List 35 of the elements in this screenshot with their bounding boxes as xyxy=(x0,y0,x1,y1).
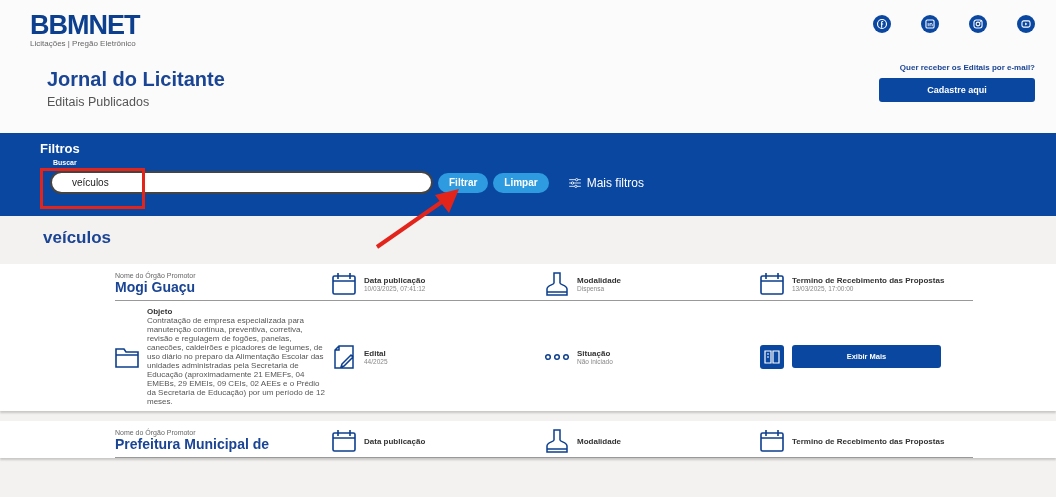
calendar-icon xyxy=(332,429,356,453)
field-label: Data publicação xyxy=(364,276,426,285)
linkedin-icon[interactable] xyxy=(921,15,939,33)
filters-title: Filtros xyxy=(40,141,81,156)
youtube-icon[interactable] xyxy=(1017,15,1035,33)
stamp-icon xyxy=(545,272,569,296)
calendar-icon xyxy=(760,429,784,453)
more-filters-button[interactable]: Mais filtros xyxy=(568,175,645,190)
calendar-icon xyxy=(332,272,356,296)
object-label: Objeto xyxy=(147,307,174,316)
field-label: Edital xyxy=(364,348,387,358)
field-label: Modalidade xyxy=(577,276,621,285)
promoter-name: Prefeitura Municipal de xyxy=(115,436,271,452)
promoter-name: Mogi Guaçu xyxy=(115,279,197,295)
object-description: Contratação de empresa especializada para manutenção contínua, preventiva, corretiva, revisão e regulagem de fogões, panelas, canecões, caldeirões e picadores de legumes, de uso diário no preparo da Alimentação Escolar das unidades administradas pela Secretaria de Educação (aproximadamente 21 EMEFs, 04 EMEBs, 29 EMEIs, 09 CEIs, 02 AEEs e o Prédio da Secretaria de Educação) por um período de 12 meses. xyxy=(147,316,325,406)
book-icon xyxy=(760,344,784,369)
field-label: Data publicação xyxy=(364,436,426,446)
field-label: Situação xyxy=(577,348,611,358)
document-edit-icon xyxy=(332,344,356,369)
field-label: Termino de Recebimento das Propostas xyxy=(792,276,945,285)
email-prompt: Quer receber os Editais por e-mail? xyxy=(899,63,1035,72)
page-subtitle: Editais Publicados xyxy=(47,95,151,109)
calendar-icon xyxy=(760,272,784,296)
signup-button[interactable]: Cadastre aqui xyxy=(879,78,1035,102)
instagram-icon[interactable] xyxy=(969,15,987,33)
search-field[interactable]: veículos xyxy=(50,171,433,194)
page-title: Jornal do Licitante xyxy=(47,67,225,91)
field-label: Modalidade xyxy=(577,436,621,446)
dots-icon xyxy=(545,352,569,361)
field-label: Termino de Recebimento das Propostas xyxy=(792,436,945,446)
facebook-icon[interactable] xyxy=(873,15,891,33)
sliders-icon xyxy=(568,177,581,188)
stamp-icon xyxy=(545,429,569,453)
logo[interactable]: BBMNET Licitações | Pregão Eletrônico xyxy=(30,12,140,48)
results-heading: veículos xyxy=(43,228,113,248)
